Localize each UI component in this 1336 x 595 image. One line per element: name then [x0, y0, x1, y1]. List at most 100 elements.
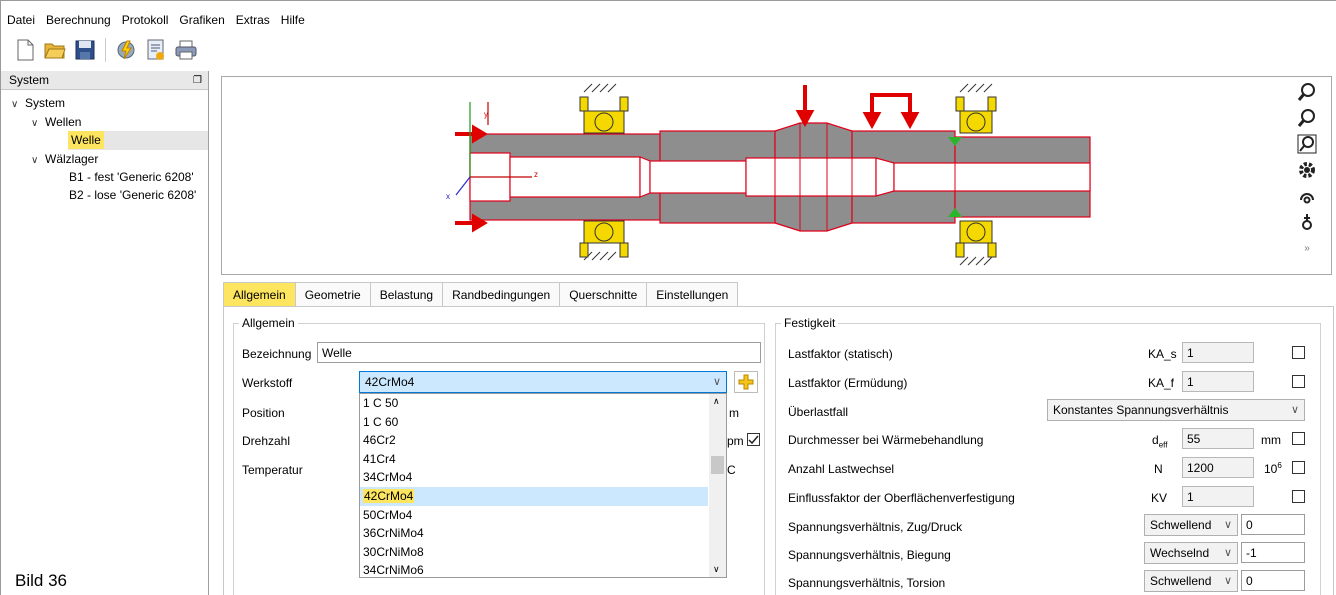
- festigkeit-row: Überlastfall Konstantes Spannungsverhält…: [777, 397, 1317, 425]
- scrollbar-thumb[interactable]: [711, 456, 724, 474]
- menu-hilfe[interactable]: Hilfe: [281, 13, 305, 27]
- biegung-input[interactable]: -1: [1241, 542, 1305, 563]
- durchmesser-checkbox[interactable]: [1292, 432, 1305, 445]
- tab-belastung[interactable]: Belastung: [369, 282, 444, 306]
- dropdown-option[interactable]: 50CrMo4: [360, 506, 726, 525]
- dropdown-scrollbar[interactable]: ∧ ∨: [709, 394, 726, 577]
- chevron-down-icon[interactable]: ∨: [31, 118, 45, 129]
- axis-label-z: z: [534, 170, 538, 179]
- tree-item-b2[interactable]: B2 - lose 'Generic 6208': [69, 188, 196, 202]
- tree-item-system[interactable]: ∨ System: [11, 96, 65, 110]
- chevron-down-icon: ∨: [1290, 404, 1299, 416]
- dropdown-option[interactable]: 46Cr2: [360, 431, 726, 450]
- tree-item-wellen[interactable]: ∨ Wellen: [31, 115, 81, 129]
- lastfaktor-statisch-symbol: KA_s: [1148, 347, 1177, 361]
- tree-item-welle[interactable]: Welle: [68, 131, 104, 149]
- biegung-select[interactable]: Wechselnd ∨: [1144, 542, 1238, 564]
- chevron-down-icon[interactable]: ∨: [11, 99, 25, 110]
- tree-item-b1[interactable]: B1 - fest 'Generic 6208': [69, 170, 194, 184]
- ueberlastfall-select[interactable]: Konstantes Spannungsverhältnis ∨: [1047, 399, 1305, 421]
- save-icon[interactable]: [73, 38, 97, 62]
- dropdown-option[interactable]: 41Cr4: [360, 450, 726, 469]
- rotate-view-icon[interactable]: [1296, 185, 1318, 207]
- werkstoff-label: Werkstoff: [242, 376, 293, 390]
- toolbar-separator: [105, 38, 106, 62]
- chevron-down-icon: ∨: [712, 376, 721, 388]
- lastfaktor-ermuedung-label: Lastfaktor (Ermüdung): [788, 376, 908, 390]
- menu-protokoll[interactable]: Protokoll: [122, 13, 169, 27]
- shaft-view[interactable]: y z x: [221, 76, 1332, 275]
- settings-gear-icon[interactable]: [1296, 159, 1318, 181]
- durchmesser-input[interactable]: 55: [1182, 428, 1254, 449]
- torsion-select[interactable]: Schwellend ∨: [1144, 570, 1238, 592]
- menu-grafiken[interactable]: Grafiken: [179, 13, 224, 27]
- tree-item-welle-row[interactable]: Welle: [68, 131, 208, 150]
- add-material-button[interactable]: [734, 371, 758, 393]
- chevron-up-icon[interactable]: ∧: [713, 396, 720, 407]
- festigkeit-row: Lastfaktor (Ermüdung) KA_f 1: [777, 368, 1317, 396]
- tab-geometrie[interactable]: Geometrie: [294, 282, 371, 306]
- festigkeit-row: Spannungsverhältnis, Zug/Druck Schwellen…: [777, 512, 1317, 540]
- werkstoff-dropdown-list[interactable]: 1 C 50 1 C 60 46Cr2 41Cr4 34CrMo4 42CrMo…: [359, 393, 727, 578]
- lastfaktor-ermuedung-symbol: KA_f: [1148, 376, 1175, 390]
- tab-randbedingungen[interactable]: Randbedingungen: [442, 282, 561, 306]
- axis-label-y: y: [484, 110, 488, 119]
- drehzahl-checkbox[interactable]: [747, 433, 760, 446]
- drehzahl-label: Drehzahl: [242, 434, 291, 448]
- toolbar: [1, 33, 1336, 67]
- application-window: Datei Berechnung Protokoll Grafiken Extr…: [0, 0, 1336, 595]
- bezeichnung-input[interactable]: Welle: [317, 342, 761, 363]
- undock-icon[interactable]: ❐: [193, 75, 202, 86]
- durchmesser-symbol: deff: [1152, 433, 1168, 450]
- lastwechsel-checkbox[interactable]: [1292, 461, 1305, 474]
- zoom-in-icon[interactable]: [1296, 107, 1318, 129]
- dropdown-option[interactable]: 1 C 50: [360, 394, 726, 413]
- zug-druck-select[interactable]: Schwellend ∨: [1144, 514, 1238, 536]
- zoom-fit-icon[interactable]: [1296, 81, 1318, 103]
- menu-extras[interactable]: Extras: [236, 13, 270, 27]
- panel-title: System: [9, 73, 50, 87]
- lastfaktor-statisch-input[interactable]: 1: [1182, 342, 1254, 363]
- dropdown-option[interactable]: 34CrNiMo6: [360, 561, 726, 580]
- torsion-input[interactable]: 0: [1241, 570, 1305, 591]
- zug-druck-input[interactable]: 0: [1241, 514, 1305, 535]
- ueberlastfall-label: Überlastfall: [788, 405, 849, 419]
- lastwechsel-symbol: N: [1154, 462, 1163, 476]
- dropdown-option[interactable]: 1 C 60: [360, 413, 726, 432]
- lastfaktor-statisch-checkbox[interactable]: [1292, 346, 1305, 359]
- position-unit: m: [729, 406, 739, 420]
- dropdown-option-selected[interactable]: 42CrMo4: [360, 486, 708, 506]
- dropdown-option[interactable]: 36CrNiMo4: [360, 524, 726, 543]
- tree-item-waelzlager[interactable]: ∨ Wälzlager: [31, 152, 98, 166]
- dropdown-option[interactable]: 34CrMo4: [360, 468, 726, 487]
- calculate-icon[interactable]: [114, 38, 138, 62]
- oberflaechenverfestigung-input[interactable]: 1: [1182, 486, 1254, 507]
- chevron-down-icon[interactable]: ∨: [713, 564, 720, 575]
- oberflaechenverfestigung-label: Einflussfaktor der Oberflächenverfestigu…: [788, 491, 1015, 505]
- lastfaktor-ermuedung-input[interactable]: 1: [1182, 371, 1254, 392]
- print-icon[interactable]: [174, 38, 198, 62]
- temperatur-label: Temperatur: [242, 463, 303, 477]
- lastwechsel-input[interactable]: 1200: [1182, 457, 1254, 478]
- new-file-icon[interactable]: [13, 38, 37, 62]
- dropdown-option[interactable]: 30CrNiMo8: [360, 543, 726, 562]
- menu-bar: Datei Berechnung Protokoll Grafiken Extr…: [1, 9, 1336, 31]
- zoom-window-icon[interactable]: [1296, 133, 1318, 155]
- werkstoff-select[interactable]: 42CrMo4 ∨: [359, 371, 727, 393]
- report-icon[interactable]: [144, 38, 168, 62]
- bearing-view-icon[interactable]: [1296, 211, 1318, 233]
- tab-allgemein[interactable]: Allgemein: [223, 282, 296, 306]
- chevron-down-icon: ∨: [1223, 575, 1232, 587]
- open-folder-icon[interactable]: [43, 38, 67, 62]
- menu-berechnung[interactable]: Berechnung: [46, 13, 111, 27]
- tab-querschnitte[interactable]: Querschnitte: [559, 282, 648, 306]
- oberflaechenverfestigung-symbol: KV: [1151, 491, 1168, 505]
- menu-datei[interactable]: Datei: [7, 13, 35, 27]
- chevron-down-icon[interactable]: ∨: [31, 155, 45, 166]
- festigkeit-row: Anzahl Lastwechsel N 1200 106: [777, 454, 1317, 482]
- expand-chevron-icon[interactable]: »: [1296, 237, 1318, 259]
- tab-einstellungen[interactable]: Einstellungen: [646, 282, 739, 306]
- chevron-down-icon: ∨: [1223, 547, 1232, 559]
- oberflaechenverfestigung-checkbox[interactable]: [1292, 490, 1305, 503]
- lastfaktor-ermuedung-checkbox[interactable]: [1292, 375, 1305, 388]
